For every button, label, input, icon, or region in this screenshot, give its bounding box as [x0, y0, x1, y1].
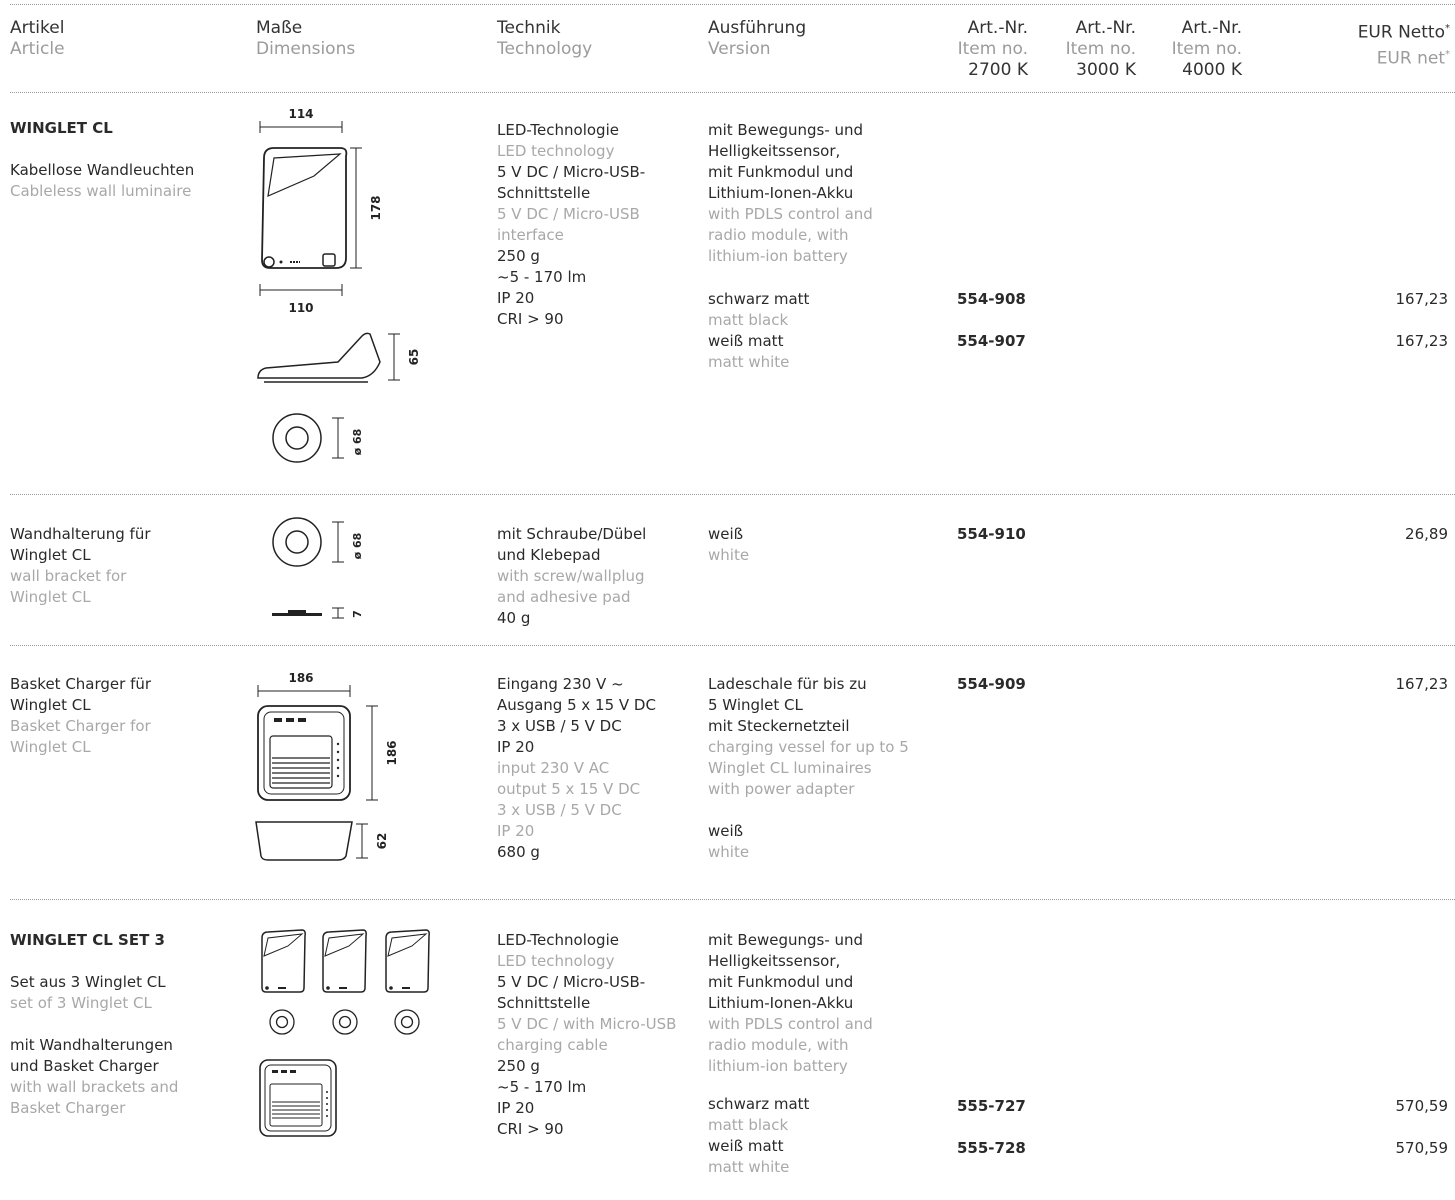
- price: 167,23: [1395, 675, 1449, 693]
- divider: [10, 92, 1455, 93]
- version-cell: mit Bewegungs- und Helligkeitssensor, mi…: [708, 931, 873, 1176]
- divider: [10, 899, 1455, 900]
- dim-diameter: ø 68: [351, 533, 364, 560]
- bracket-dimension-drawing: ø 68 7: [272, 517, 364, 619]
- dim-width-top: 186: [288, 671, 313, 685]
- price: 167,23: [1395, 332, 1449, 350]
- header-item-4000k: Art.-Nr. Item no. 4000 K: [1171, 18, 1242, 80]
- header-technology: Technik Technology: [497, 18, 593, 59]
- dim-width-top: 114: [288, 107, 313, 121]
- item-number: 554-908: [957, 290, 1026, 308]
- price: 570,59: [1395, 1139, 1449, 1157]
- set-drawing: [259, 929, 430, 1137]
- header-dimensions: Maße Dimensions: [256, 18, 356, 59]
- divider: [10, 494, 1455, 495]
- dim-height: 186: [385, 740, 399, 765]
- dim-diameter: ø 68: [351, 429, 364, 456]
- dim-height: 178: [369, 195, 383, 220]
- divider: [10, 4, 1455, 5]
- technology-cell: Eingang 230 V ~ Ausgang 5 x 15 V DC 3 x …: [497, 675, 656, 861]
- version-cell: Ladeschale für bis zu 5 Winglet CL mit S…: [708, 675, 909, 861]
- price: 167,23: [1395, 290, 1449, 308]
- dim-height: 7: [351, 610, 364, 618]
- dim-depth: 62: [375, 833, 389, 850]
- header-item-2700k: Art.-Nr. Item no. 2700 K: [957, 18, 1028, 80]
- header-article: Artikel Article: [10, 18, 65, 59]
- technology-cell: LED-Technologie LED technology 5 V DC / …: [497, 121, 646, 328]
- price: 26,89: [1405, 525, 1448, 543]
- price: 570,59: [1395, 1097, 1449, 1115]
- item-number: 555-727: [957, 1097, 1026, 1115]
- dim-width-bottom: 110: [288, 301, 313, 315]
- article-cell: Basket Charger für Winglet CL Basket Cha…: [10, 675, 152, 756]
- header-item-3000k: Art.-Nr. Item no. 3000 K: [1065, 18, 1136, 80]
- item-number: 554-910: [957, 525, 1026, 543]
- technology-cell: LED-Technologie LED technology 5 V DC / …: [497, 931, 677, 1138]
- winglet-dimension-drawing: 114 178 110 65 ø 68: [257, 107, 421, 463]
- item-number: 554-909: [957, 675, 1026, 693]
- divider: [10, 645, 1455, 646]
- technology-cell: mit Schraube/Dübel und Klebepad with scr…: [497, 525, 647, 627]
- item-number: 554-907: [957, 332, 1026, 350]
- article-cell: WINGLET CL Kabellose Wandleuchten Cablel…: [10, 119, 195, 200]
- dim-depth: 65: [407, 349, 421, 366]
- article-cell: Wandhalterung für Winglet CL wall bracke…: [10, 525, 151, 606]
- article-cell: WINGLET CL SET 3 Set aus 3 Winglet CL se…: [10, 931, 179, 1117]
- version-cell: mit Bewegungs- und Helligkeitssensor, mi…: [708, 121, 873, 371]
- version-cell: weiß white: [708, 525, 750, 564]
- header-version: Ausführung Version: [708, 18, 807, 59]
- charger-dimension-drawing: 186 186 62: [255, 671, 399, 861]
- header-price: EUR Netto* EUR net*: [1357, 22, 1450, 69]
- item-number: 555-728: [957, 1139, 1026, 1157]
